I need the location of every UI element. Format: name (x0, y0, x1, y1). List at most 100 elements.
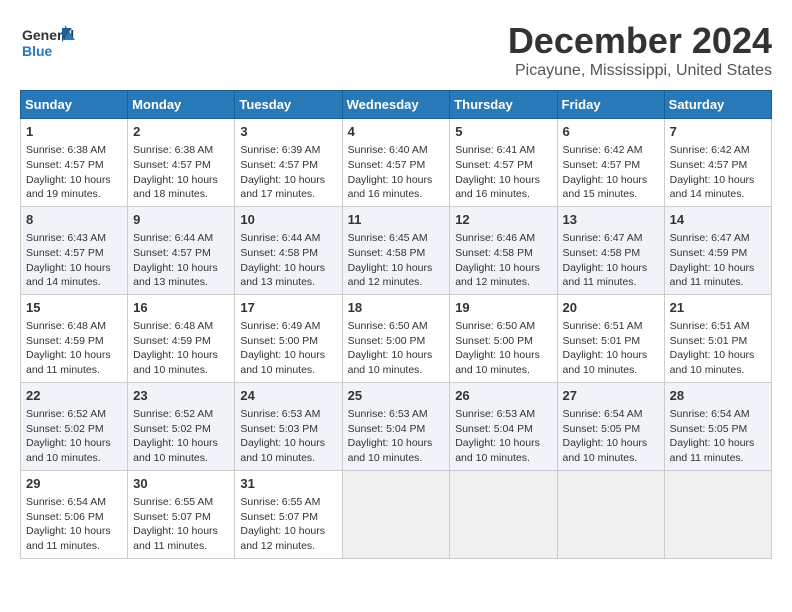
day-number: 9 (133, 211, 229, 229)
day-info: Sunrise: 6:52 AM Sunset: 5:02 PM Dayligh… (26, 407, 122, 466)
day-info: Sunrise: 6:42 AM Sunset: 4:57 PM Dayligh… (563, 143, 659, 202)
table-row: 24Sunrise: 6:53 AM Sunset: 5:03 PM Dayli… (235, 382, 342, 470)
table-row: 5Sunrise: 6:41 AM Sunset: 4:57 PM Daylig… (450, 119, 557, 207)
table-row (450, 470, 557, 558)
calendar-week-row: 22 Sunrise: 6:52 AM Sunset: 5:02 PM Dayli… (21, 382, 772, 470)
day-number: 19 (455, 299, 551, 317)
table-row: 16 Sunrise: 6:48 AM Sunset: 4:59 PM Dayli… (128, 294, 235, 382)
table-row: 23 Sunrise: 6:52 AM Sunset: 5:02 PM Dayli… (128, 382, 235, 470)
col-wednesday: Wednesday (342, 91, 450, 119)
day-number: 21 (670, 299, 766, 317)
day-info: Sunrise: 6:53 AM Sunset: 5:04 PM Dayligh… (455, 407, 551, 466)
table-row: 31 Sunrise: 6:55 AM Sunset: 5:07 PM Dayli… (235, 470, 342, 558)
day-number: 25 (348, 387, 445, 405)
table-row: 17Sunrise: 6:49 AM Sunset: 5:00 PM Dayli… (235, 294, 342, 382)
day-number: 14 (670, 211, 766, 229)
day-number: 13 (563, 211, 659, 229)
table-row: 6 Sunrise: 6:42 AM Sunset: 4:57 PM Daylig… (557, 119, 664, 207)
day-number: 11 (348, 211, 445, 229)
day-info: Sunrise: 6:51 AM Sunset: 5:01 PM Dayligh… (563, 319, 659, 378)
day-number: 28 (670, 387, 766, 405)
day-info: Sunrise: 6:51 AM Sunset: 5:01 PM Dayligh… (670, 319, 766, 378)
table-row: 20 Sunrise: 6:51 AM Sunset: 5:01 PM Dayli… (557, 294, 664, 382)
day-info: Sunrise: 6:54 AM Sunset: 5:05 PM Dayligh… (563, 407, 659, 466)
table-row: 19Sunrise: 6:50 AM Sunset: 5:00 PM Dayli… (450, 294, 557, 382)
day-number: 23 (133, 387, 229, 405)
logo: General Blue (20, 20, 74, 60)
day-number: 3 (240, 123, 336, 141)
col-thursday: Thursday (450, 91, 557, 119)
day-info: Sunrise: 6:44 AM Sunset: 4:58 PM Dayligh… (240, 231, 336, 290)
table-row: 8 Sunrise: 6:43 AM Sunset: 4:57 PM Daylig… (21, 206, 128, 294)
col-friday: Friday (557, 91, 664, 119)
day-number: 17 (240, 299, 336, 317)
table-row: 2Sunrise: 6:38 AM Sunset: 4:57 PM Daylig… (128, 119, 235, 207)
day-number: 20 (563, 299, 659, 317)
table-row: 22 Sunrise: 6:52 AM Sunset: 5:02 PM Dayli… (21, 382, 128, 470)
table-row: 12Sunrise: 6:46 AM Sunset: 4:58 PM Dayli… (450, 206, 557, 294)
table-row: 10 Sunrise: 6:44 AM Sunset: 4:58 PM Dayli… (235, 206, 342, 294)
table-row: 18Sunrise: 6:50 AM Sunset: 5:00 PM Dayli… (342, 294, 450, 382)
title-block: December 2024 Picayune, Mississippi, Uni… (508, 20, 772, 80)
day-number: 10 (240, 211, 336, 229)
day-number: 2 (133, 123, 229, 141)
day-number: 29 (26, 475, 122, 493)
page-header: General Blue December 2024 Picayune, Mis… (20, 20, 772, 80)
day-number: 8 (26, 211, 122, 229)
table-row: 21 Sunrise: 6:51 AM Sunset: 5:01 PM Dayli… (664, 294, 771, 382)
day-info: Sunrise: 6:47 AM Sunset: 4:59 PM Dayligh… (670, 231, 766, 290)
day-info: Sunrise: 6:55 AM Sunset: 5:07 PM Dayligh… (240, 495, 336, 554)
day-info: Sunrise: 6:48 AM Sunset: 4:59 PM Dayligh… (133, 319, 229, 378)
table-row: 29 Sunrise: 6:54 AM Sunset: 5:06 PM Dayli… (21, 470, 128, 558)
day-number: 4 (348, 123, 445, 141)
day-number: 1 (26, 123, 122, 141)
day-info: Sunrise: 6:54 AM Sunset: 5:06 PM Dayligh… (26, 495, 122, 554)
table-row: 25 Sunrise: 6:53 AM Sunset: 5:04 PM Dayli… (342, 382, 450, 470)
day-info: Sunrise: 6:45 AM Sunset: 4:58 PM Dayligh… (348, 231, 445, 290)
table-row: 14 Sunrise: 6:47 AM Sunset: 4:59 PM Dayli… (664, 206, 771, 294)
day-number: 31 (240, 475, 336, 493)
day-number: 18 (348, 299, 445, 317)
col-monday: Monday (128, 91, 235, 119)
day-number: 7 (670, 123, 766, 141)
day-info: Sunrise: 6:47 AM Sunset: 4:58 PM Dayligh… (563, 231, 659, 290)
table-row: 13 Sunrise: 6:47 AM Sunset: 4:58 PM Dayli… (557, 206, 664, 294)
table-row: 15Sunrise: 6:48 AM Sunset: 4:59 PM Dayli… (21, 294, 128, 382)
day-info: Sunrise: 6:46 AM Sunset: 4:58 PM Dayligh… (455, 231, 551, 290)
table-row (557, 470, 664, 558)
day-number: 26 (455, 387, 551, 405)
col-saturday: Saturday (664, 91, 771, 119)
page-title: December 2024 (508, 20, 772, 62)
table-row: 9 Sunrise: 6:44 AM Sunset: 4:57 PM Daylig… (128, 206, 235, 294)
table-row: 28Sunrise: 6:54 AM Sunset: 5:05 PM Dayli… (664, 382, 771, 470)
calendar-week-row: 8 Sunrise: 6:43 AM Sunset: 4:57 PM Daylig… (21, 206, 772, 294)
day-number: 16 (133, 299, 229, 317)
day-info: Sunrise: 6:48 AM Sunset: 4:59 PM Dayligh… (26, 319, 122, 378)
day-info: Sunrise: 6:38 AM Sunset: 4:57 PM Dayligh… (26, 143, 122, 202)
day-number: 22 (26, 387, 122, 405)
day-info: Sunrise: 6:43 AM Sunset: 4:57 PM Dayligh… (26, 231, 122, 290)
day-info: Sunrise: 6:39 AM Sunset: 4:57 PM Dayligh… (240, 143, 336, 202)
day-info: Sunrise: 6:53 AM Sunset: 5:04 PM Dayligh… (348, 407, 445, 466)
day-number: 6 (563, 123, 659, 141)
day-info: Sunrise: 6:42 AM Sunset: 4:57 PM Dayligh… (670, 143, 766, 202)
table-row: 4Sunrise: 6:40 AM Sunset: 4:57 PM Daylig… (342, 119, 450, 207)
calendar-week-row: 15Sunrise: 6:48 AM Sunset: 4:59 PM Dayli… (21, 294, 772, 382)
table-row (342, 470, 450, 558)
table-row: 11 Sunrise: 6:45 AM Sunset: 4:58 PM Dayli… (342, 206, 450, 294)
day-info: Sunrise: 6:55 AM Sunset: 5:07 PM Dayligh… (133, 495, 229, 554)
day-number: 30 (133, 475, 229, 493)
day-info: Sunrise: 6:53 AM Sunset: 5:03 PM Dayligh… (240, 407, 336, 466)
table-row: 26 Sunrise: 6:53 AM Sunset: 5:04 PM Dayli… (450, 382, 557, 470)
day-info: Sunrise: 6:44 AM Sunset: 4:57 PM Dayligh… (133, 231, 229, 290)
col-tuesday: Tuesday (235, 91, 342, 119)
day-number: 5 (455, 123, 551, 141)
table-row (664, 470, 771, 558)
table-row: 27 Sunrise: 6:54 AM Sunset: 5:05 PM Dayli… (557, 382, 664, 470)
table-row: 3 Sunrise: 6:39 AM Sunset: 4:57 PM Daylig… (235, 119, 342, 207)
table-row: 1 Sunrise: 6:38 AM Sunset: 4:57 PM Daylig… (21, 119, 128, 207)
calendar-week-row: 1 Sunrise: 6:38 AM Sunset: 4:57 PM Daylig… (21, 119, 772, 207)
day-number: 27 (563, 387, 659, 405)
day-info: Sunrise: 6:52 AM Sunset: 5:02 PM Dayligh… (133, 407, 229, 466)
logo-icon: General Blue (20, 20, 70, 60)
